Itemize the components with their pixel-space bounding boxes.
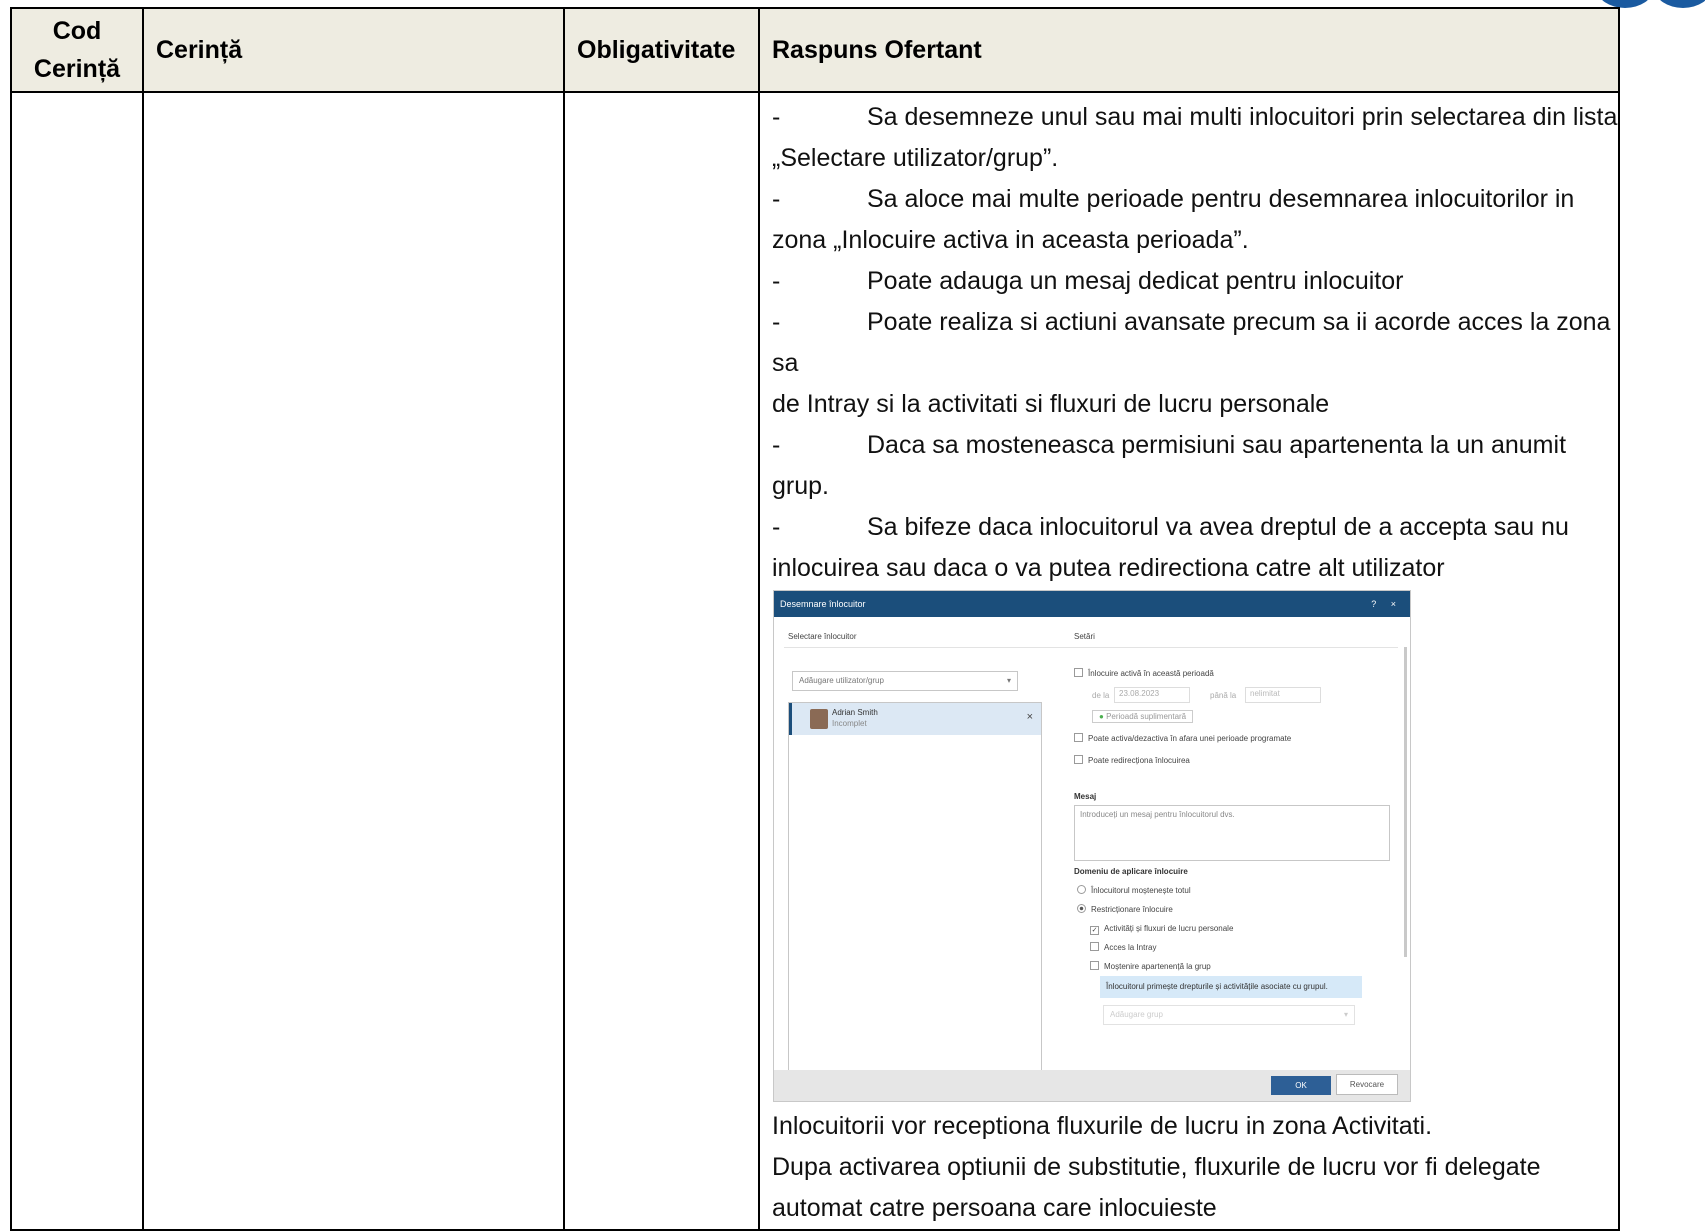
cell-response: - Sa desemneze unul sau mai multi inlocui… bbox=[758, 91, 1620, 1231]
from-date-field: 23.08.2023 bbox=[1114, 687, 1190, 703]
table-row: - Sa desemneze unul sau mai multi inlocui… bbox=[10, 91, 1620, 1231]
to-label: până la bbox=[1210, 691, 1237, 700]
after-line-3: automat catre persoana care inlocuieste bbox=[772, 1194, 1217, 1222]
scrollbar bbox=[1404, 647, 1407, 957]
message-textarea: Introduceți un mesaj pentru înlocuitorul… bbox=[1074, 805, 1390, 861]
bullet-6-cont: inlocuirea sau daca o va putea redirecti… bbox=[772, 554, 1445, 582]
cell-code bbox=[10, 91, 144, 1231]
header-code: Cod Cerință bbox=[10, 7, 144, 93]
add-user-select: Adăugare utilizator/grup ▾ bbox=[792, 671, 1018, 691]
header-code-line2: Cerință bbox=[33, 55, 121, 83]
can-toggle-option: Poate activa/dezactiva în afara unei per… bbox=[1074, 733, 1291, 744]
header-requirement: Cerință bbox=[142, 7, 565, 93]
right-header: Setări bbox=[1074, 632, 1095, 641]
avatar bbox=[810, 709, 828, 729]
left-header: Selectare înlocuitor bbox=[788, 632, 857, 641]
active-period-option: Înlocuire activă în această perioadă bbox=[1074, 668, 1214, 679]
bullet-6: - Sa bifeze daca inlocuitorul va avea dre… bbox=[772, 513, 1569, 541]
dialog-title: Desemnare înlocuitor bbox=[780, 599, 866, 609]
bullet-4-cont: de Intray si la activitati si fluxuri de… bbox=[772, 390, 1330, 418]
list-item: Adrian Smith Incomplet × bbox=[789, 703, 1041, 735]
dialog-footer: OK Revocare bbox=[774, 1070, 1410, 1101]
help-close-icons: ? × bbox=[1371, 599, 1402, 609]
restrict-option: Restricționare înlocuire bbox=[1077, 904, 1173, 915]
header-code-line1: Cod bbox=[52, 17, 102, 45]
add-group-select: Adăugare grup ▾ bbox=[1103, 1005, 1355, 1025]
close-icon: × bbox=[1026, 711, 1033, 723]
can-redirect-option: Poate redirecționa înlocuirea bbox=[1074, 755, 1190, 766]
to-date-field: nelimitat bbox=[1245, 687, 1321, 703]
ok-button: OK bbox=[1271, 1076, 1331, 1095]
inherit-all-option: Înlocuitorul moștenește totul bbox=[1077, 885, 1191, 896]
embedded-dialog-screenshot: Desemnare înlocuitor ? × Selectare înloc… bbox=[773, 590, 1411, 1102]
bullet-2-cont: zona „Inlocuire activa in aceasta perioa… bbox=[772, 226, 1249, 254]
group-inherit-option: Moștenire apartenență la grup bbox=[1090, 961, 1211, 972]
chevron-down-icon: ▾ bbox=[1006, 676, 1011, 685]
after-line-1: Inlocuitorii vor receptiona fluxurile de… bbox=[772, 1112, 1433, 1140]
bullet-2: - Sa aloce mai multe perioade pentru dese… bbox=[772, 185, 1575, 213]
table-header-row: Cod Cerință Cerință Obligativitate Raspu… bbox=[10, 7, 1620, 93]
user-list: Adrian Smith Incomplet × bbox=[788, 702, 1042, 1074]
message-heading: Mesaj bbox=[1074, 792, 1097, 801]
group-info-box: Înlocuitorul primește drepturile și acti… bbox=[1100, 976, 1362, 998]
scope-heading: Domeniu de aplicare înlocuire bbox=[1074, 867, 1188, 876]
cell-requirement bbox=[142, 91, 565, 1231]
header-mandatory: Obligativitate bbox=[563, 7, 760, 93]
requirements-table: Cod Cerință Cerință Obligativitate Raspu… bbox=[10, 7, 1620, 1231]
response-text: - Sa desemneze unul sau mai multi inlocui… bbox=[760, 93, 1618, 1229]
from-label: de la bbox=[1092, 691, 1110, 700]
cancel-button: Revocare bbox=[1336, 1074, 1398, 1095]
dialog-titlebar: Desemnare înlocuitor ? × bbox=[774, 591, 1410, 617]
activities-option: ✓ Activități și fluxuri de lucru personal… bbox=[1090, 924, 1234, 935]
bullet-5: - Daca sa mosteneasca permisiuni sau apar… bbox=[772, 431, 1567, 500]
bullet-4: - Poate realiza si actiuni avansate precu… bbox=[772, 308, 1611, 377]
header-response: Raspuns Ofertant bbox=[758, 7, 1620, 93]
bullet-3: - Poate adauga un mesaj dedicat pentru in… bbox=[772, 267, 1404, 295]
intray-option: Acces la Intray bbox=[1090, 942, 1156, 953]
cell-mandatory bbox=[563, 91, 760, 1231]
bullet-1: - Sa desemneze unul sau mai multi inlocui… bbox=[772, 103, 1618, 131]
user-status: Incomplet bbox=[832, 719, 867, 728]
bullet-1-cont: „Selectare utilizator/grup”. bbox=[772, 144, 1059, 172]
extra-period-button: ● Perioadă suplimentară bbox=[1092, 710, 1194, 723]
user-name: Adrian Smith bbox=[832, 708, 878, 717]
